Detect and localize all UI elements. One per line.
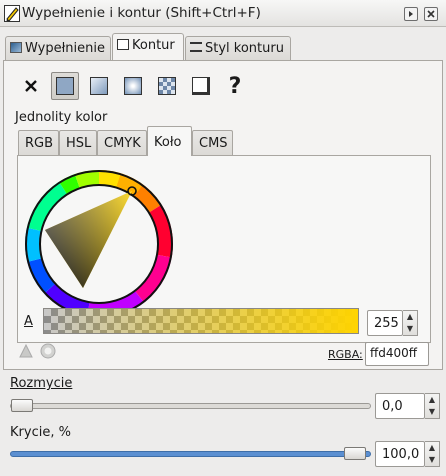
out-of-gamut-icon (40, 343, 56, 359)
alpha-label: A (24, 314, 33, 329)
alpha-spinbox[interactable]: 255 ▲ ▼ (367, 310, 418, 336)
alpha-spin-arrows[interactable]: ▲ ▼ (403, 310, 418, 336)
tab-fill-label: Wypełnienie (25, 41, 105, 56)
tab-cms-label: CMS (199, 136, 228, 151)
unset-paint-button[interactable]: ? (221, 72, 249, 100)
linear-gradient-icon (90, 77, 108, 95)
tab-stroke-style-label: Styl konturu (205, 41, 284, 56)
tab-cmyk-label: CMYK (104, 136, 141, 151)
blur-slider-thumb[interactable] (11, 399, 33, 412)
fill-tab-icon (10, 42, 22, 53)
linear-gradient-button[interactable] (85, 72, 113, 100)
flat-color-icon (56, 77, 74, 95)
stroke-tab-icon (117, 39, 129, 50)
fill-stroke-icon (4, 5, 20, 22)
tab-cmyk[interactable]: CMYK (97, 130, 147, 155)
opacity-slider-track[interactable] (10, 451, 371, 457)
tab-stroke-paint-label: Kontur (132, 38, 175, 53)
blur-spinbox[interactable]: 0,0 ▲ ▼ (375, 393, 440, 419)
flat-color-button[interactable] (51, 72, 79, 100)
tab-rgb-label: RGB (25, 136, 54, 151)
pattern-button[interactable] (153, 72, 181, 100)
blur-label: Rozmycie (10, 376, 72, 391)
rgba-label: RGBA: (328, 348, 363, 361)
swatch-icon (192, 77, 210, 95)
stroke-style-icon (190, 42, 202, 52)
opacity-value: 100,0 (382, 447, 420, 462)
opacity-slider-thumb[interactable] (344, 447, 366, 460)
opacity-spin-arrows[interactable]: ▲ ▼ (425, 441, 440, 467)
rgba-label-text: RGBA: (328, 348, 363, 361)
tab-hsl-label: HSL (66, 136, 92, 151)
paint-type-label: Jednolity kolor (15, 110, 108, 125)
tab-wheel-label: Koło (154, 135, 182, 150)
alpha-slider[interactable] (43, 308, 359, 334)
radial-gradient-icon (124, 77, 142, 95)
blur-slider-track[interactable] (10, 403, 371, 409)
radial-gradient-button[interactable] (119, 72, 147, 100)
question-mark-icon: ? (228, 73, 242, 99)
tab-stroke-style[interactable]: Styl konturu (185, 36, 291, 60)
color-wheel[interactable] (24, 170, 173, 318)
blur-value: 0,0 (382, 399, 403, 414)
rgba-input[interactable]: ffd400ff (365, 342, 429, 366)
opacity-label-text: Krycie, % (10, 425, 71, 440)
tab-cms[interactable]: CMS (192, 130, 233, 155)
opacity-spinbox[interactable]: 100,0 ▲ ▼ (375, 441, 440, 467)
tab-wheel[interactable]: Koło (147, 126, 192, 156)
window-title: Wypełnienie i kontur (Shift+Ctrl+F) (22, 5, 261, 21)
dock-button[interactable] (404, 7, 418, 21)
pattern-icon (158, 77, 176, 95)
tab-rgb[interactable]: RGB (18, 130, 59, 155)
color-managed-icon (18, 343, 34, 359)
blur-spin-arrows[interactable]: ▲ ▼ (425, 393, 440, 419)
opacity-label: Krycie, % (10, 425, 71, 440)
rgba-value: ffd400ff (370, 346, 418, 360)
alpha-gradient (44, 309, 358, 333)
blur-label-text: Rozmycie (10, 376, 73, 391)
tab-fill[interactable]: Wypełnienie (5, 36, 111, 60)
no-paint-button[interactable] (17, 72, 45, 100)
close-button[interactable] (424, 7, 438, 21)
swatch-button[interactable] (187, 72, 215, 100)
alpha-value: 255 (374, 316, 399, 331)
tab-stroke-paint[interactable]: Kontur (112, 33, 184, 60)
tab-hsl[interactable]: HSL (59, 130, 97, 155)
